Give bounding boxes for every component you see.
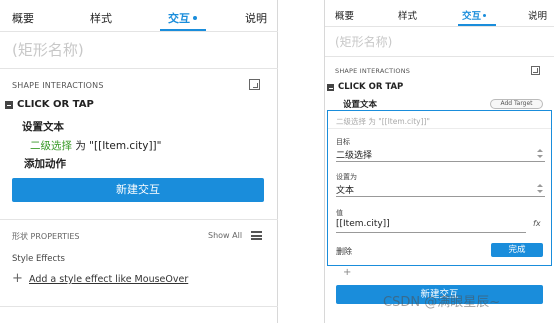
tab-overview[interactable]: 概要	[12, 10, 34, 26]
right-inspector-panel: 概要 样式 交互 说明 (矩形名称) SHAPE INTERACTIONS CL…	[324, 0, 554, 323]
target-suffix: 为 "[[Item.city]]"	[72, 140, 162, 152]
plus-icon[interactable]: +	[343, 267, 351, 278]
tab-interactions-label: 交互	[168, 12, 190, 25]
expand-icon[interactable]	[249, 79, 260, 90]
modified-dot-icon	[193, 16, 197, 20]
set-to-select[interactable]: 文本	[336, 183, 354, 196]
collapse-icon[interactable]	[5, 101, 13, 109]
select-arrows-icon[interactable]	[537, 149, 543, 158]
show-all-link[interactable]: Show All	[208, 231, 242, 240]
tab-notes[interactable]: 说明	[528, 8, 547, 22]
divider	[0, 68, 278, 69]
shape-interactions-title: SHAPE INTERACTIONS	[335, 67, 411, 75]
tab-interactions[interactable]: 交互	[462, 8, 487, 22]
value-input[interactable]: [[Item.city]]	[336, 219, 390, 229]
left-inspector-panel: 概要 样式 交互 说明 (矩形名称) SHAPE INTERACTIONS CL…	[0, 0, 278, 323]
shape-properties-title: 形状 PROPERTIES	[12, 232, 80, 241]
field-underline	[336, 161, 545, 162]
select-arrows-icon[interactable]	[537, 184, 543, 193]
new-interaction-button[interactable]: 新建交互	[12, 178, 264, 202]
menu-icon[interactable]	[251, 231, 262, 240]
divider	[328, 128, 551, 129]
action-detail[interactable]: 二级选择 为 "[[Item.city]]"	[30, 138, 161, 153]
tab-interactions[interactable]: 交互	[168, 10, 197, 26]
add-action-link[interactable]: 添加动作	[24, 156, 66, 171]
expand-icon[interactable]	[531, 66, 540, 75]
delete-button[interactable]: 删除	[336, 246, 352, 257]
modified-dot-icon	[483, 14, 487, 17]
editor-header: 二级选择 为 "[[Item.city]]"	[336, 117, 430, 126]
event-click-or-tap[interactable]: CLICK OR TAP	[17, 99, 94, 110]
shape-interactions-title: SHAPE INTERACTIONS	[12, 81, 104, 90]
tab-style[interactable]: 样式	[398, 8, 417, 22]
event-click-or-tap[interactable]: CLICK OR TAP	[338, 82, 403, 92]
shape-name-input[interactable]: (矩形名称)	[12, 39, 84, 60]
watermark-text: CSDN @满眼星辰~	[383, 295, 501, 310]
tab-interactions-label: 交互	[462, 11, 482, 22]
target-select[interactable]: 二级选择	[336, 148, 372, 161]
tab-style[interactable]: 样式	[90, 10, 112, 26]
tab-overview[interactable]: 概要	[335, 8, 354, 22]
tab-notes[interactable]: 说明	[245, 10, 267, 26]
action-editor: 二级选择 为 "[[Item.city]]" 目标 二级选择 设置为 文本 值 …	[327, 110, 552, 266]
divider	[0, 306, 278, 307]
set-to-label: 设置为	[336, 173, 357, 181]
target-name: 二级选择	[30, 140, 72, 152]
shape-name-input[interactable]: (矩形名称)	[335, 33, 392, 50]
value-label: 值	[336, 209, 343, 217]
plus-icon[interactable]: +	[12, 271, 23, 286]
field-underline	[336, 196, 545, 197]
done-button[interactable]: 完成	[491, 243, 543, 257]
divider	[325, 56, 554, 57]
field-underline	[336, 232, 526, 233]
collapse-icon[interactable]	[327, 84, 334, 91]
target-label: 目标	[336, 138, 350, 146]
action-set-text[interactable]: 设置文本	[22, 119, 64, 134]
fx-icon[interactable]: fx	[533, 219, 541, 228]
tabs-divider	[325, 26, 554, 27]
add-style-effect-link[interactable]: Add a style effect like MouseOver	[29, 274, 188, 285]
tabs-divider	[0, 31, 278, 32]
style-effects-label: Style Effects	[12, 254, 65, 264]
add-target-button[interactable]: Add Target	[490, 99, 543, 109]
divider	[0, 219, 278, 220]
action-set-text[interactable]: 设置文本	[343, 98, 377, 110]
